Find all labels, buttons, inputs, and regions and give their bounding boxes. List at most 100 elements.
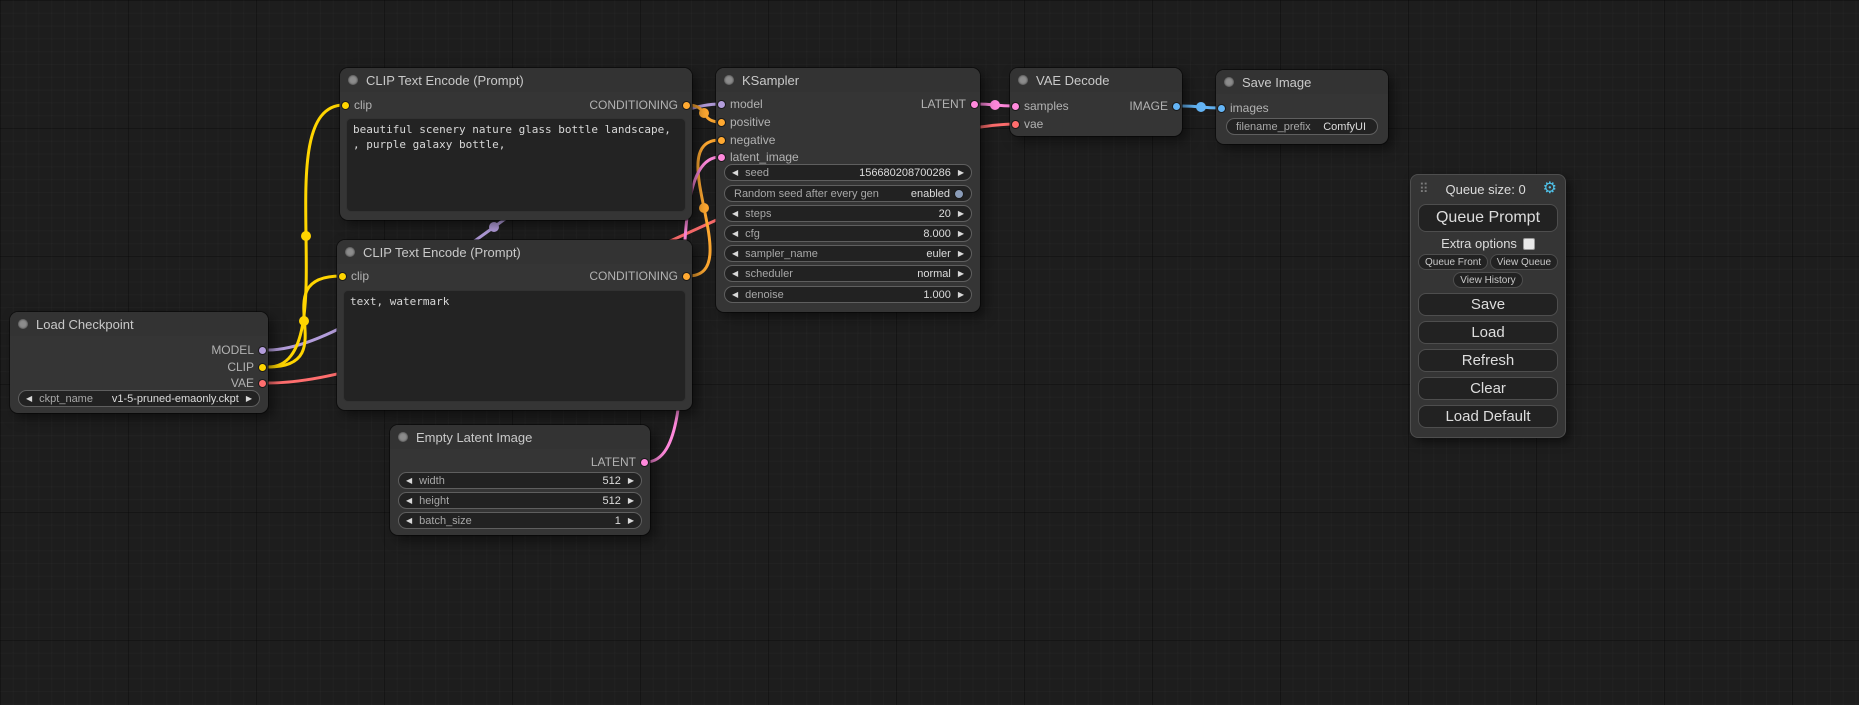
drag-handle-icon[interactable]: ⠿ <box>1419 181 1429 197</box>
collapse-toggle-icon[interactable] <box>345 247 355 257</box>
widget-value: 1 <box>615 515 621 527</box>
link-dot-clip-1 <box>301 231 311 241</box>
input-port-latent-image[interactable] <box>717 153 726 162</box>
output-port-conditioning[interactable] <box>682 272 691 281</box>
stepper-right-icon[interactable]: ▶ <box>958 230 964 238</box>
queue-prompt-button[interactable]: Queue Prompt <box>1418 204 1558 232</box>
stepper-left-icon[interactable]: ◀ <box>732 250 738 258</box>
node-title-bar[interactable]: VAE Decode <box>1010 68 1182 92</box>
output-port-vae[interactable] <box>258 379 267 388</box>
node-clip-text-encode-positive[interactable]: CLIP Text Encode (Prompt) clip CONDITION… <box>340 68 692 220</box>
stepper-right-icon[interactable]: ▶ <box>958 270 964 278</box>
node-title-bar[interactable]: KSampler <box>716 68 980 92</box>
stepper-right-icon[interactable]: ▶ <box>246 395 252 403</box>
input-label-vae: vae <box>1024 117 1043 131</box>
node-title: KSampler <box>742 73 799 88</box>
widget-sampler-name[interactable]: ◀ sampler_name euler ▶ <box>724 245 972 262</box>
widget-scheduler[interactable]: ◀ scheduler normal ▶ <box>724 265 972 282</box>
widget-batch-size[interactable]: ◀ batch_size 1 ▶ <box>398 512 642 529</box>
widget-value: 20 <box>939 208 951 220</box>
stepper-right-icon[interactable]: ▶ <box>958 291 964 299</box>
input-port-clip[interactable] <box>338 272 347 281</box>
widget-label: height <box>419 495 449 507</box>
input-port-samples[interactable] <box>1011 102 1020 111</box>
output-label-clip: CLIP <box>227 360 254 374</box>
collapse-toggle-icon[interactable] <box>348 75 358 85</box>
input-port-vae[interactable] <box>1011 120 1020 129</box>
stepper-right-icon[interactable]: ▶ <box>958 250 964 258</box>
extra-options-checkbox[interactable] <box>1523 238 1535 250</box>
node-save-image[interactable]: Save Image images filename_prefix ComfyU… <box>1216 70 1388 144</box>
stepper-left-icon[interactable]: ◀ <box>732 270 738 278</box>
widget-filename-prefix[interactable]: filename_prefix ComfyUI <box>1226 118 1378 135</box>
widget-label: width <box>419 475 445 487</box>
collapse-toggle-icon[interactable] <box>18 319 28 329</box>
settings-gear-icon[interactable]: ⚙ <box>1543 181 1557 197</box>
refresh-button[interactable]: Refresh <box>1418 349 1558 372</box>
output-port-conditioning[interactable] <box>682 101 691 110</box>
widget-value: 512 <box>602 495 620 507</box>
queue-front-button[interactable]: Queue Front <box>1418 254 1488 270</box>
stepper-left-icon[interactable]: ◀ <box>732 210 738 218</box>
stepper-left-icon[interactable]: ◀ <box>732 230 738 238</box>
widget-denoise[interactable]: ◀ denoise 1.000 ▶ <box>724 286 972 303</box>
stepper-right-icon[interactable]: ▶ <box>958 169 964 177</box>
node-title-bar[interactable]: CLIP Text Encode (Prompt) <box>340 68 692 92</box>
stepper-left-icon[interactable]: ◀ <box>406 497 412 505</box>
toggle-dot-icon[interactable] <box>954 189 964 199</box>
input-port-positive[interactable] <box>717 118 726 127</box>
collapse-toggle-icon[interactable] <box>724 75 734 85</box>
widget-width[interactable]: ◀ width 512 ▶ <box>398 472 642 489</box>
load-default-button[interactable]: Load Default <box>1418 405 1558 428</box>
output-label-model: MODEL <box>211 343 254 357</box>
collapse-toggle-icon[interactable] <box>1018 75 1028 85</box>
save-button[interactable]: Save <box>1418 293 1558 316</box>
collapse-toggle-icon[interactable] <box>1224 77 1234 87</box>
load-button[interactable]: Load <box>1418 321 1558 344</box>
node-title-bar[interactable]: Save Image <box>1216 70 1388 94</box>
widget-seed[interactable]: ◀ seed 156680208700286 ▶ <box>724 164 972 181</box>
node-load-checkpoint[interactable]: Load Checkpoint MODEL CLIP VAE ◀ ckpt_na… <box>10 312 268 413</box>
output-port-model[interactable] <box>258 346 267 355</box>
stepper-left-icon[interactable]: ◀ <box>732 291 738 299</box>
stepper-right-icon[interactable]: ▶ <box>628 477 634 485</box>
node-clip-text-encode-negative[interactable]: CLIP Text Encode (Prompt) clip CONDITION… <box>337 240 692 410</box>
widget-label: ckpt_name <box>39 393 93 405</box>
clear-button[interactable]: Clear <box>1418 377 1558 400</box>
stepper-left-icon[interactable]: ◀ <box>26 395 32 403</box>
stepper-right-icon[interactable]: ▶ <box>628 497 634 505</box>
output-port-clip[interactable] <box>258 363 267 372</box>
node-title: CLIP Text Encode (Prompt) <box>366 73 524 88</box>
extra-options-label: Extra options <box>1441 236 1517 251</box>
node-ksampler[interactable]: KSampler model positive negative latent_… <box>716 68 980 312</box>
input-port-negative[interactable] <box>717 136 726 145</box>
output-port-image[interactable] <box>1172 102 1181 111</box>
prompt-textarea[interactable]: beautiful scenery nature glass bottle la… <box>346 118 686 212</box>
view-queue-button[interactable]: View Queue <box>1490 254 1558 270</box>
widget-ckpt-name[interactable]: ◀ ckpt_name v1-5-pruned-emaonly.ckpt ▶ <box>18 390 260 407</box>
node-vae-decode[interactable]: VAE Decode samples vae IMAGE <box>1010 68 1182 136</box>
node-title-bar[interactable]: Load Checkpoint <box>10 312 268 336</box>
collapse-toggle-icon[interactable] <box>398 432 408 442</box>
widget-height[interactable]: ◀ height 512 ▶ <box>398 492 642 509</box>
stepper-right-icon[interactable]: ▶ <box>958 210 964 218</box>
stepper-left-icon[interactable]: ◀ <box>406 477 412 485</box>
widget-cfg[interactable]: ◀ cfg 8.000 ▶ <box>724 225 972 242</box>
widget-value: 512 <box>602 475 620 487</box>
prompt-textarea[interactable]: text, watermark <box>343 290 686 402</box>
widget-random-seed-toggle[interactable]: Random seed after every gen enabled <box>724 185 972 202</box>
stepper-right-icon[interactable]: ▶ <box>628 517 634 525</box>
node-empty-latent-image[interactable]: Empty Latent Image LATENT ◀ width 512 ▶ … <box>390 425 650 535</box>
node-title-bar[interactable]: Empty Latent Image <box>390 425 650 449</box>
stepper-left-icon[interactable]: ◀ <box>732 169 738 177</box>
input-port-clip[interactable] <box>341 101 350 110</box>
widget-steps[interactable]: ◀ steps 20 ▶ <box>724 205 972 222</box>
input-port-images[interactable] <box>1217 104 1226 113</box>
view-history-button[interactable]: View History <box>1453 272 1522 288</box>
link-dot-positive <box>699 108 709 118</box>
output-port-latent[interactable] <box>970 100 979 109</box>
input-port-model[interactable] <box>717 100 726 109</box>
stepper-left-icon[interactable]: ◀ <box>406 517 412 525</box>
output-port-latent[interactable] <box>640 458 649 467</box>
node-title-bar[interactable]: CLIP Text Encode (Prompt) <box>337 240 692 264</box>
